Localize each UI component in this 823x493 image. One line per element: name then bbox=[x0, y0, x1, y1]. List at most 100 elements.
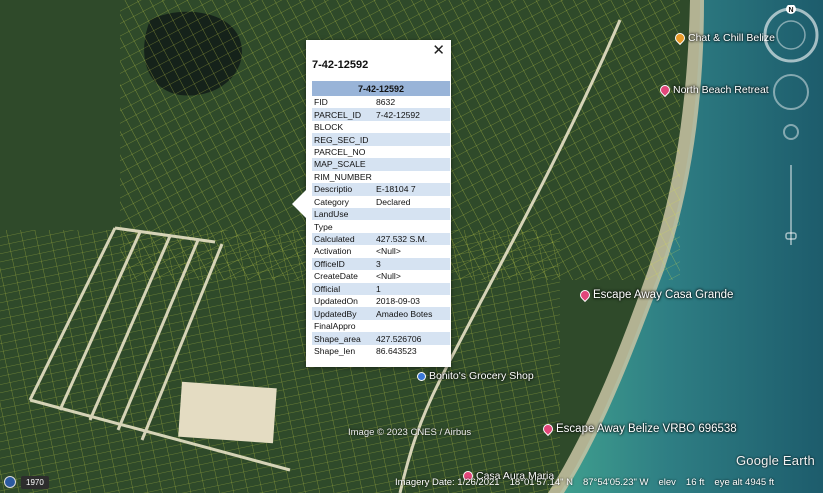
attribute-key: RIM_NUMBER bbox=[314, 171, 372, 182]
popup-title: 7-42-12592 bbox=[312, 59, 369, 71]
attribute-row: UpdatedBy Amadeo Botes bbox=[312, 307, 450, 320]
attribute-value bbox=[374, 171, 450, 183]
compass-ring-icon[interactable] bbox=[763, 7, 819, 63]
navigation-controls[interactable]: N bbox=[761, 5, 821, 255]
attribute-value: 8632 bbox=[376, 97, 396, 108]
poi-label: Bonito's Grocery Shop bbox=[429, 370, 534, 382]
attribute-value: 86.643523 bbox=[376, 345, 417, 356]
place-marker-icon bbox=[657, 82, 673, 98]
close-icon[interactable]: ✕ bbox=[432, 41, 445, 59]
attribute-row: PARCEL_NO bbox=[312, 146, 450, 158]
place-marker-icon bbox=[577, 287, 593, 303]
eye-altitude: eye alt 4945 ft bbox=[714, 477, 775, 488]
attribute-value: 3 bbox=[374, 257, 450, 271]
historical-imagery-icon[interactable] bbox=[4, 476, 16, 488]
north-label: N bbox=[788, 7, 793, 14]
attribute-value: 427.532 S.M. bbox=[374, 232, 450, 246]
poi-north-beach[interactable]: North Beach Retreat bbox=[657, 82, 769, 98]
poi-bonitos[interactable]: Bonito's Grocery Shop bbox=[417, 370, 534, 382]
elevation-label: elev bbox=[658, 477, 676, 488]
place-marker-icon bbox=[540, 421, 556, 437]
parcel-info-popup: ✕ 7-42-12592 7-42-12592 FID 8632 PARCEL_ID… bbox=[292, 40, 451, 367]
poi-label: Escape Away Belize VRBO 696538 bbox=[556, 423, 737, 435]
attribute-value bbox=[374, 320, 450, 332]
attribute-key: REG_SEC_ID bbox=[312, 133, 374, 146]
attribute-value: 7-42-12592 bbox=[374, 108, 450, 121]
longitude: 87°54'05.23" W bbox=[582, 477, 649, 488]
attribute-row: Calculated 427.532 S.M. bbox=[312, 232, 450, 246]
attribute-key: FID bbox=[314, 97, 328, 108]
attribute-key: MAP_SCALE bbox=[312, 158, 374, 171]
attribute-value bbox=[374, 133, 450, 146]
attribute-row: FinalAppro bbox=[312, 320, 450, 332]
latitude: 18°01'57.14" N bbox=[509, 477, 573, 488]
attribute-key: Official bbox=[312, 282, 374, 295]
attribute-row: Descriptio E-18104 7 bbox=[312, 183, 450, 196]
poi-label: North Beach Retreat bbox=[673, 84, 769, 96]
attribute-key: Category bbox=[314, 196, 349, 207]
attribute-row: Shape_len 86.643523 bbox=[312, 345, 450, 357]
google-earth-logo: Google Earth bbox=[735, 453, 815, 468]
imagery-date: Imagery Date: 1/26/2021 bbox=[395, 477, 500, 488]
attribute-value bbox=[374, 146, 450, 158]
attribute-value: 1 bbox=[374, 282, 450, 295]
attribute-row: Type bbox=[312, 220, 450, 232]
attribute-value bbox=[374, 220, 450, 232]
attribute-key: PARCEL_ID bbox=[312, 108, 374, 121]
attribute-row: Activation <Null> bbox=[312, 245, 450, 257]
attribute-row: Official 1 bbox=[312, 282, 450, 295]
attribute-value: <Null> bbox=[376, 271, 401, 282]
place-marker-icon bbox=[672, 30, 688, 46]
elevation-value: 16 ft bbox=[685, 477, 705, 488]
attribute-value: <Null> bbox=[376, 246, 401, 257]
parcel-grid-south bbox=[0, 230, 560, 493]
attribute-key: Shape_len bbox=[314, 345, 356, 356]
imagery-year-badge[interactable]: 1970 bbox=[21, 476, 49, 489]
poi-label: Escape Away Casa Grande bbox=[593, 289, 734, 301]
attribute-row: Category Declared bbox=[312, 196, 450, 208]
attribute-key: OfficeID bbox=[312, 257, 374, 271]
attribute-key: FinalAppro bbox=[314, 321, 356, 332]
attribute-table: 7-42-12592 FID 8632 PARCEL_ID 7-42-12592 BLO… bbox=[312, 81, 450, 357]
attribute-key: LandUse bbox=[312, 207, 374, 221]
attribute-row: OfficeID 3 bbox=[312, 257, 450, 271]
attribute-value bbox=[374, 207, 450, 221]
attribute-value: Declared bbox=[376, 196, 411, 207]
attribute-row: CreateDate <Null> bbox=[312, 270, 450, 282]
status-bar: Imagery Date: 1/26/2021 18°01'57.14" N 8… bbox=[395, 477, 774, 488]
attribute-key: Descriptio bbox=[312, 183, 374, 196]
poi-escape-grande[interactable]: Escape Away Casa Grande bbox=[577, 287, 734, 303]
image-credit: Image © 2023 CNES / Airbus bbox=[348, 427, 472, 438]
attribute-row: FID 8632 bbox=[312, 96, 450, 108]
poi-escape-vrbo[interactable]: Escape Away Belize VRBO 696538 bbox=[540, 421, 737, 437]
attribute-value: Amadeo Botes bbox=[374, 307, 450, 320]
attribute-key: UpdatedOn bbox=[314, 296, 358, 307]
attribute-table-header: 7-42-12592 bbox=[312, 81, 450, 96]
attribute-row: REG_SEC_ID bbox=[312, 133, 450, 146]
cleared-lot bbox=[178, 381, 277, 444]
attribute-row: MAP_SCALE bbox=[312, 158, 450, 171]
attribute-key: UpdatedBy bbox=[312, 307, 374, 320]
attribute-key: Type bbox=[314, 221, 333, 232]
attribute-value bbox=[374, 158, 450, 171]
look-joystick-icon[interactable] bbox=[773, 74, 809, 110]
attribute-key: Shape_area bbox=[312, 332, 374, 345]
attribute-value bbox=[374, 121, 450, 133]
popup-pointer bbox=[292, 190, 306, 218]
attribute-row: BLOCK bbox=[312, 121, 450, 133]
shop-marker-icon bbox=[417, 371, 426, 381]
attribute-row: PARCEL_ID 7-42-12592 bbox=[312, 108, 450, 121]
attribute-row: LandUse bbox=[312, 207, 450, 221]
attribute-row: UpdatedOn 2018-09-03 bbox=[312, 295, 450, 307]
attribute-value: E-18104 7 bbox=[374, 183, 450, 196]
compass-center bbox=[776, 20, 806, 50]
attribute-key: CreateDate bbox=[314, 271, 358, 282]
attribute-key: BLOCK bbox=[314, 122, 344, 133]
poi-chat-chill[interactable]: Chat & Chill Belize bbox=[672, 30, 775, 46]
move-joystick-icon[interactable] bbox=[783, 124, 799, 140]
attribute-row: Shape_area 427.526706 bbox=[312, 332, 450, 345]
attribute-value: 427.526706 bbox=[374, 332, 450, 345]
attribute-key: Activation bbox=[314, 246, 352, 257]
attribute-value: 2018-09-03 bbox=[376, 296, 420, 307]
attribute-row: RIM_NUMBER bbox=[312, 171, 450, 183]
